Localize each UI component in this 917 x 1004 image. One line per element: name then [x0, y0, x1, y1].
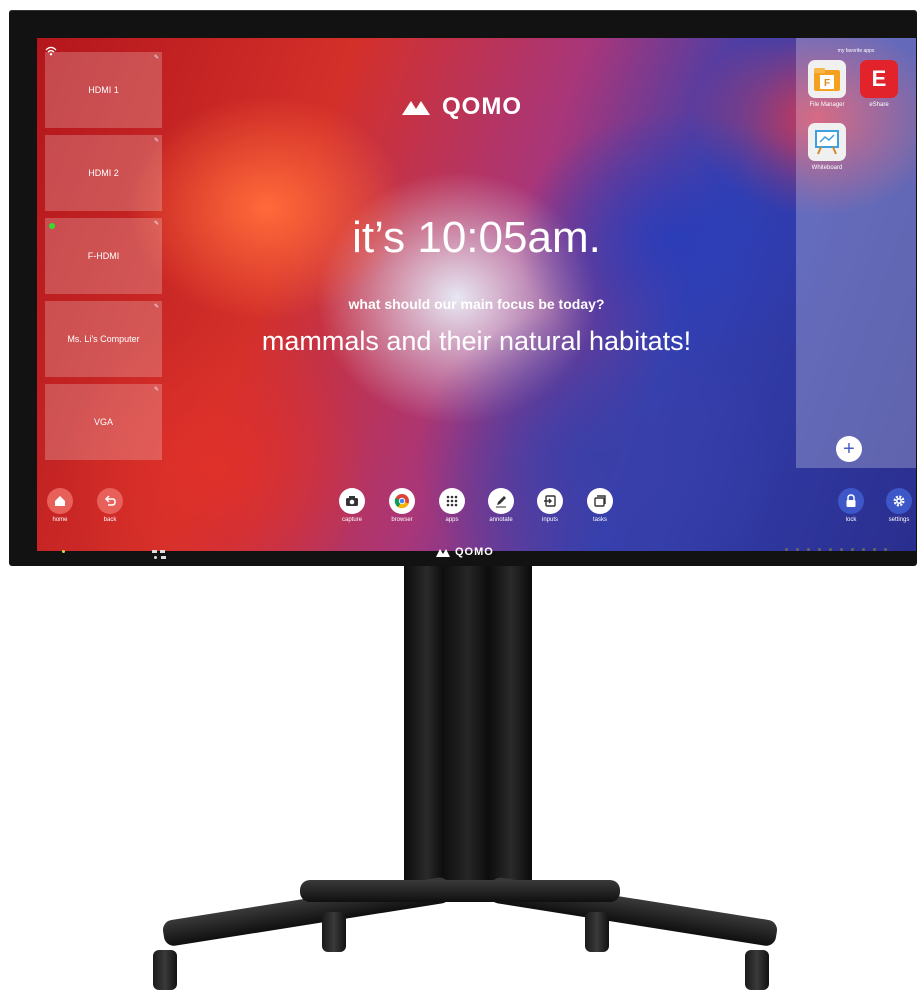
lock-icon — [838, 488, 864, 514]
dock-label: back — [103, 517, 117, 523]
input-label: HDMI 2 — [88, 168, 119, 178]
qomo-logo: QOMO — [402, 93, 522, 121]
input-tile-hdmi-1[interactable]: ✎ HDMI 1 — [45, 52, 162, 128]
edit-icon[interactable]: ✎ — [154, 54, 159, 61]
back-icon — [97, 488, 123, 514]
inputs-button[interactable]: inputs — [527, 488, 573, 523]
apps-panel-title: my favorite apps — [837, 48, 875, 54]
app-eshare[interactable]: E eShare — [857, 60, 901, 108]
svg-text:F: F — [824, 78, 830, 89]
dock-label: capture — [341, 517, 362, 523]
favorite-apps-panel: my favorite apps F File Manager E eShare — [796, 38, 916, 468]
interactive-display: ✎ HDMI 1 ✎ HDMI 2 ✎ F-HDMI ✎ Ms. Li’s Co… — [9, 10, 917, 566]
app-label: File Manager — [809, 102, 845, 108]
input-icon — [537, 488, 563, 514]
back-button[interactable]: back — [87, 488, 133, 523]
input-label: VGA — [93, 417, 113, 427]
dock-label: lock — [845, 517, 857, 523]
dock-label: inputs — [541, 517, 558, 523]
settings-button[interactable]: settings — [876, 488, 916, 523]
dock-label: settings — [888, 517, 910, 523]
caster-wheel — [585, 912, 609, 952]
caster-wheel — [745, 950, 769, 990]
qomo-mark-icon — [436, 548, 450, 557]
whiteboard-icon — [808, 123, 846, 161]
folder-icon: F — [808, 60, 846, 98]
brand-text: QOMO — [442, 93, 522, 120]
camera-icon — [339, 488, 365, 514]
chrome-icon — [389, 488, 415, 514]
bezel-control-buttons[interactable] — [785, 548, 887, 551]
app-whiteboard[interactable]: Whiteboard — [805, 123, 849, 171]
focus-question: what should our main focus be today? — [348, 296, 605, 312]
front-ports — [152, 550, 172, 560]
time-greeting: it’s 10:05am. — [352, 213, 601, 262]
stand-crossbar — [300, 880, 620, 902]
caster-wheel — [153, 950, 177, 990]
dock-label: apps — [445, 517, 459, 523]
app-label: Whiteboard — [811, 165, 843, 171]
dock-label: annotate — [489, 517, 513, 523]
apps-button[interactable]: apps — [429, 488, 475, 523]
stand-column — [404, 566, 532, 892]
app-label: eShare — [869, 102, 889, 108]
input-label: HDMI 1 — [88, 85, 119, 95]
dock-label: tasks — [592, 517, 607, 523]
tasks-icon — [587, 488, 613, 514]
power-led — [62, 550, 65, 553]
home-button[interactable]: home — [37, 488, 83, 523]
eshare-icon: E — [860, 60, 898, 98]
dock-label: browser — [391, 517, 413, 523]
lock-button[interactable]: lock — [828, 488, 874, 523]
pen-icon — [488, 488, 514, 514]
bezel-qomo-logo: QOMO — [436, 546, 494, 558]
bezel-brand-text: QOMO — [455, 546, 494, 558]
input-tile-vga[interactable]: ✎ VGA — [45, 384, 162, 460]
browser-button[interactable]: browser — [379, 488, 425, 523]
focus-answer[interactable]: mammals and their natural habitats! — [37, 326, 916, 357]
home-icon — [47, 488, 73, 514]
input-tile-hdmi-2[interactable]: ✎ HDMI 2 — [45, 135, 162, 211]
edit-icon[interactable]: ✎ — [154, 386, 159, 393]
tasks-button[interactable]: tasks — [577, 488, 623, 523]
gear-icon — [886, 488, 912, 514]
caster-wheel — [322, 912, 346, 952]
annotate-button[interactable]: annotate — [478, 488, 524, 523]
app-file-manager[interactable]: F File Manager — [805, 60, 849, 108]
add-app-button[interactable]: + — [836, 436, 862, 462]
capture-button[interactable]: capture — [329, 488, 375, 523]
edit-icon[interactable]: ✎ — [154, 137, 159, 144]
qomo-logo-mark-icon — [402, 101, 430, 115]
grid-icon — [439, 488, 465, 514]
home-screen: ✎ HDMI 1 ✎ HDMI 2 ✎ F-HDMI ✎ Ms. Li’s Co… — [37, 38, 916, 551]
dock-label: home — [52, 517, 68, 523]
